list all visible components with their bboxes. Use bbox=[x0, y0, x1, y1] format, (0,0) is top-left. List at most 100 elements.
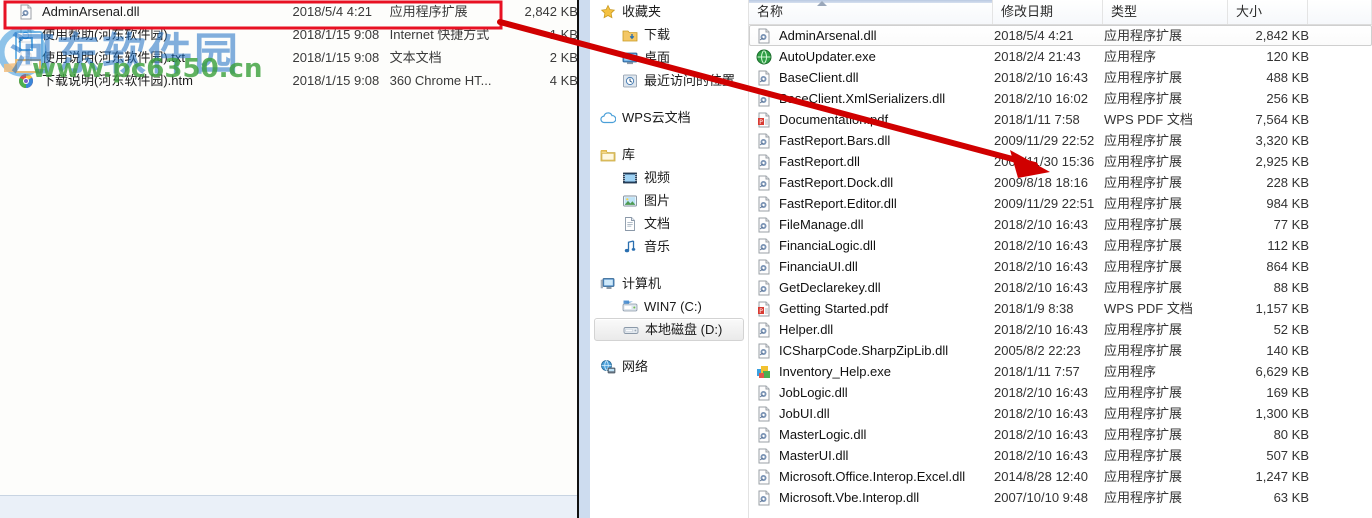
nav-item-label: 文档 bbox=[644, 216, 671, 231]
file-row[interactable]: FinanciaLogic.dll 2018/2/10 16:43 应用程序扩展 11… bbox=[749, 235, 1372, 256]
nav-item-0[interactable]: 收藏夹 bbox=[590, 0, 748, 23]
star-icon bbox=[600, 4, 616, 20]
file-type-cell: 应用程序扩展 bbox=[1104, 238, 1183, 253]
nav-item-7[interactable]: 图片 bbox=[590, 189, 748, 212]
nav-item-10[interactable]: 计算机 bbox=[590, 272, 748, 295]
file-name-cell: JobUI.dll bbox=[779, 406, 830, 421]
file-row[interactable]: FastReport.dll 2009/11/30 15:36 应用程序扩展 2,92… bbox=[749, 151, 1372, 172]
background-file-name: AdminArsenal.dll bbox=[42, 4, 140, 19]
nav-item-8[interactable]: 文档 bbox=[590, 212, 748, 235]
nav-item-label: 最近访问的位置 bbox=[644, 73, 736, 88]
file-type-cell: WPS PDF 文档 bbox=[1104, 112, 1193, 127]
nav-item-2[interactable]: 桌面 bbox=[590, 46, 748, 69]
nav-item-1[interactable]: 下载 bbox=[590, 23, 748, 46]
file-size-cell: 2,925 KB bbox=[1255, 154, 1310, 169]
file-type-cell: 应用程序 bbox=[1104, 364, 1157, 379]
dll-icon bbox=[756, 133, 772, 149]
nav-item-label: 桌面 bbox=[644, 50, 671, 65]
nav-item-3[interactable]: 最近访问的位置 bbox=[590, 69, 748, 92]
column-header-size[interactable]: 大小 bbox=[1228, 0, 1308, 24]
background-file-type: 文本文档 bbox=[389, 50, 442, 65]
file-size-cell: 52 KB bbox=[1273, 322, 1309, 337]
column-header-date[interactable]: 修改日期 bbox=[993, 0, 1103, 24]
file-size-cell: 1,300 KB bbox=[1255, 406, 1310, 421]
nav-item-9[interactable]: 音乐 bbox=[590, 235, 748, 258]
column-header-date-label: 修改日期 bbox=[1001, 4, 1054, 19]
column-header-type[interactable]: 类型 bbox=[1103, 0, 1228, 24]
column-header-row[interactable]: 名称 修改日期 类型 大小 bbox=[749, 0, 1372, 25]
file-row[interactable]: AutoUpdater.exe 2018/2/4 21:43 应用程序 120 KB bbox=[749, 46, 1372, 67]
file-row[interactable]: MasterLogic.dll 2018/2/10 16:43 应用程序扩展 80 K… bbox=[749, 424, 1372, 445]
file-date-cell: 2018/2/10 16:43 bbox=[994, 427, 1088, 442]
file-size-cell: 80 KB bbox=[1273, 427, 1309, 442]
dll-icon bbox=[756, 238, 772, 254]
file-row[interactable]: FastReport.Editor.dll 2009/11/29 22:51 应用程… bbox=[749, 193, 1372, 214]
file-row[interactable]: Helper.dll 2018/2/10 16:43 应用程序扩展 52 KB bbox=[749, 319, 1372, 340]
background-file-list[interactable]: AdminArsenal.dll 2018/5/4 4:21 应用程序扩展 2,842… bbox=[0, 0, 578, 92]
file-date-cell: 2009/11/29 22:51 bbox=[994, 196, 1095, 211]
file-type-cell: 应用程序扩展 bbox=[1104, 427, 1183, 442]
dll-icon bbox=[756, 490, 772, 506]
file-row[interactable]: FinanciaUI.dll 2018/2/10 16:43 应用程序扩展 864 K… bbox=[749, 256, 1372, 277]
column-header-name[interactable]: 名称 bbox=[749, 0, 993, 24]
file-row[interactable]: FastReport.Dock.dll 2009/8/18 18:16 应用程序扩展… bbox=[749, 172, 1372, 193]
nav-item-label: 网络 bbox=[622, 359, 649, 374]
music-note-icon bbox=[622, 239, 638, 255]
background-file-row[interactable]: AdminArsenal.dll 2018/5/4 4:21 应用程序扩展 2,842… bbox=[0, 0, 578, 23]
system-drive-icon bbox=[622, 299, 638, 315]
background-file-row[interactable]: 使用说明(河东软件园).txt 2018/1/15 9:08 文本文档 2 KB bbox=[0, 46, 578, 69]
nav-item-5[interactable]: 库 bbox=[590, 143, 748, 166]
file-size-cell: 169 KB bbox=[1266, 385, 1309, 400]
nav-item-6[interactable]: 视频 bbox=[590, 166, 748, 189]
file-row[interactable]: Inventory_Help.exe 2018/1/11 7:57 应用程序 6,62… bbox=[749, 361, 1372, 382]
file-rows-container[interactable]: AdminArsenal.dll 2018/5/4 4:21 应用程序扩展 2,842… bbox=[749, 25, 1372, 508]
background-file-type: 应用程序扩展 bbox=[389, 4, 468, 19]
file-row[interactable]: AdminArsenal.dll 2018/5/4 4:21 应用程序扩展 2,842… bbox=[749, 25, 1372, 46]
file-row[interactable]: MasterUI.dll 2018/2/10 16:43 应用程序扩展 507 KB bbox=[749, 445, 1372, 466]
nav-item-4[interactable]: WPS云文档 bbox=[590, 106, 748, 129]
background-file-row[interactable]: 使用帮助(河东软件园) 2018/1/15 9:08 Internet 快捷方式 1 … bbox=[0, 23, 578, 46]
file-name-cell: MasterUI.dll bbox=[779, 448, 849, 463]
background-file-date: 2018/1/15 9:08 bbox=[292, 27, 380, 42]
background-file-name: 使用说明(河东软件园).txt bbox=[42, 50, 185, 65]
nav-item-11[interactable]: WIN7 (C:) bbox=[590, 295, 748, 318]
file-row[interactable]: Microsoft.Office.Interop.Excel.dll 2014/8… bbox=[749, 466, 1372, 487]
file-row[interactable]: BaseClient.dll 2018/2/10 16:43 应用程序扩展 488 K… bbox=[749, 67, 1372, 88]
nav-item-label: 下载 bbox=[644, 27, 671, 42]
file-size-cell: 256 KB bbox=[1266, 91, 1309, 106]
dll-icon bbox=[756, 91, 772, 107]
dll-icon bbox=[756, 28, 772, 44]
file-size-cell: 120 KB bbox=[1266, 49, 1309, 64]
file-row[interactable]: Microsoft.Vbe.Interop.dll 2007/10/10 9:48… bbox=[749, 487, 1372, 508]
file-row[interactable]: ICSharpCode.SharpZipLib.dll 2005/8/2 22:2… bbox=[749, 340, 1372, 361]
file-row[interactable]: P Documentation.pdf 2018/1/11 7:58 WPS PDF … bbox=[749, 109, 1372, 130]
navigation-pane[interactable]: 收藏夹下载桌面最近访问的位置 WPS云文档库视频 图片文档音乐计算机 WIN7 (C:… bbox=[590, 0, 749, 518]
file-row[interactable]: GetDeclarekey.dll 2018/2/10 16:43 应用程序扩展 88… bbox=[749, 277, 1372, 298]
dll-icon bbox=[18, 4, 34, 20]
file-row[interactable]: FastReport.Bars.dll 2009/11/29 22:52 应用程序扩… bbox=[749, 130, 1372, 151]
background-file-name: 使用帮助(河东软件园) bbox=[42, 27, 168, 42]
file-name-cell: Documentation.pdf bbox=[779, 112, 889, 127]
file-type-cell: 应用程序扩展 bbox=[1104, 385, 1183, 400]
file-row[interactable]: FileManage.dll 2018/2/10 16:43 应用程序扩展 77 KB bbox=[749, 214, 1372, 235]
nav-group-spacer bbox=[590, 92, 748, 106]
file-row[interactable]: BaseClient.XmlSerializers.dll 2018/2/10 1… bbox=[749, 88, 1372, 109]
dll-icon bbox=[756, 448, 772, 464]
nav-item-13[interactable]: 网络 bbox=[590, 355, 748, 378]
downloads-folder-icon bbox=[622, 27, 638, 43]
nav-group-spacer bbox=[590, 341, 748, 355]
nav-item-12[interactable]: 本地磁盘 (D:) bbox=[594, 318, 744, 341]
file-row[interactable]: JobLogic.dll 2018/2/10 16:43 应用程序扩展 169 KB bbox=[749, 382, 1372, 403]
background-file-date: 2018/1/15 9:08 bbox=[292, 50, 380, 65]
background-file-row[interactable]: 下载说明(河东软件园).htm 2018/1/15 9:08 360 Chrome … bbox=[0, 69, 578, 92]
dll-icon bbox=[756, 343, 772, 359]
background-file-size: 2,842 KB bbox=[524, 4, 578, 19]
file-list-pane[interactable]: 名称 修改日期 类型 大小 AdminArsenal.dll 2018/5/4 4… bbox=[749, 0, 1372, 518]
file-date-cell: 2018/2/10 16:43 bbox=[994, 217, 1088, 232]
file-name-cell: Microsoft.Office.Interop.Excel.dll bbox=[779, 469, 966, 484]
file-date-cell: 2018/2/10 16:43 bbox=[994, 322, 1088, 337]
file-name-cell: FastReport.Editor.dll bbox=[779, 196, 897, 211]
file-size-cell: 6,629 KB bbox=[1255, 364, 1310, 379]
file-row[interactable]: P Getting Started.pdf 2018/1/9 8:38 WPS PDF… bbox=[749, 298, 1372, 319]
file-row[interactable]: JobUI.dll 2018/2/10 16:43 应用程序扩展 1,300 KB bbox=[749, 403, 1372, 424]
